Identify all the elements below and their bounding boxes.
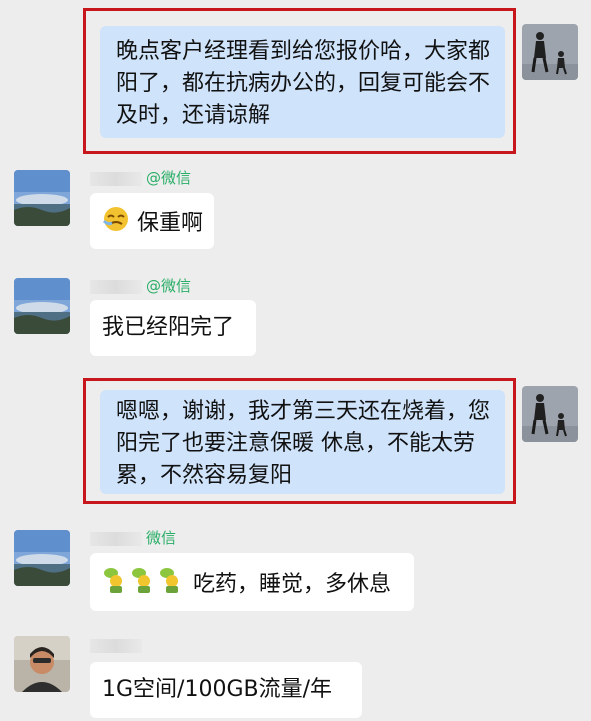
message-text: 1G空间/100GB流量/年 (102, 677, 333, 702)
contact-avatar-image (14, 530, 70, 586)
contact-avatar[interactable] (14, 170, 70, 226)
contact-avatar-image (14, 170, 70, 226)
face-emoji-icon (102, 205, 130, 243)
sender-name (90, 635, 146, 655)
contact-avatar[interactable] (14, 636, 70, 692)
sender-label: 微信 (146, 529, 177, 547)
plant-emoji-icon (102, 566, 186, 604)
redacted-name (90, 279, 142, 294)
sender-label: @微信 (146, 277, 192, 295)
message-text: 晚点客户经理看到给您报价哈，大家都阳了，都在抗病办公的，回复可能会不及时，还请谅… (116, 39, 491, 128)
redacted-name (90, 171, 142, 186)
incoming-message-bubble[interactable]: 吃药，睡觉，多休息 (90, 553, 414, 611)
outgoing-message-bubble[interactable]: 嗯嗯，谢谢，我才第三天还在烧着，您阳完了也要注意保暖 休息，不能太劳累，不然容易… (100, 390, 505, 494)
incoming-message-bubble[interactable]: 1G空间/100GB流量/年 (90, 662, 362, 718)
self-avatar-image (522, 24, 578, 80)
sender-label: @微信 (146, 169, 192, 187)
self-avatar[interactable] (522, 24, 578, 80)
message-text: 保重啊 (137, 211, 204, 236)
contact-avatar[interactable] (14, 278, 70, 334)
sender-name: 微信 (90, 528, 176, 548)
message-text: 嗯嗯，谢谢，我才第三天还在烧着，您阳完了也要注意保暖 休息，不能太劳累，不然容易… (116, 399, 491, 488)
sender-name: @微信 (90, 168, 191, 188)
sender-name: @微信 (90, 276, 191, 296)
message-text: 吃药，睡觉，多休息 (193, 572, 392, 597)
redacted-name (90, 531, 142, 546)
self-avatar[interactable] (522, 386, 578, 442)
incoming-message-bubble[interactable]: 我已经阳完了 (90, 300, 256, 356)
message-text: 我已经阳完了 (102, 315, 235, 340)
contact-avatar[interactable] (14, 530, 70, 586)
incoming-message-bubble[interactable]: 保重啊 (90, 193, 214, 249)
outgoing-message-bubble[interactable]: 晚点客户经理看到给您报价哈，大家都阳了，都在抗病办公的，回复可能会不及时，还请谅… (100, 26, 505, 138)
self-avatar-image (522, 386, 578, 442)
redacted-name (90, 638, 142, 653)
contact-avatar-image (14, 636, 70, 692)
contact-avatar-image (14, 278, 70, 334)
